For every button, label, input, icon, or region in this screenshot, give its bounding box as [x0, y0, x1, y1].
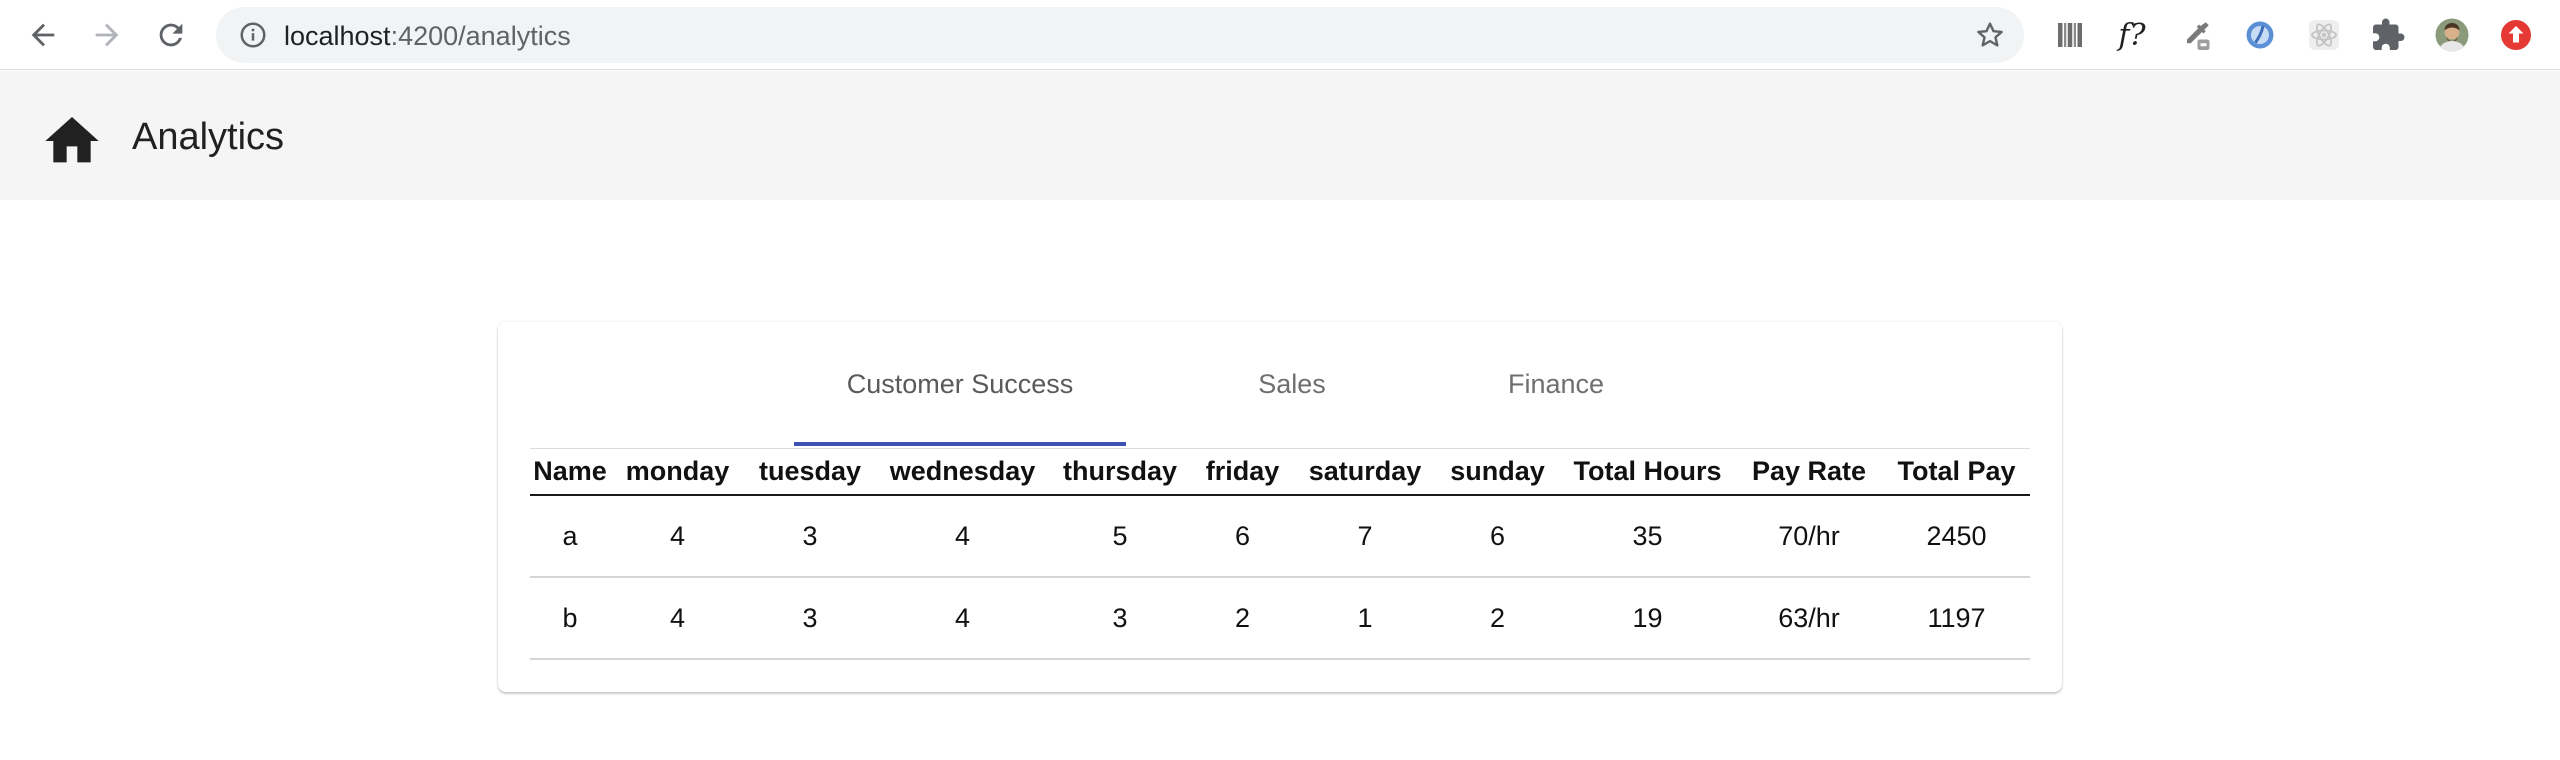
app-toolbar: Analytics	[0, 71, 2560, 200]
column-header-name[interactable]: Name	[530, 449, 610, 496]
column-header-pay-rate[interactable]: Pay Rate	[1735, 449, 1883, 496]
column-header-friday[interactable]: friday	[1190, 449, 1295, 496]
reload-button[interactable]	[150, 14, 192, 56]
column-header-wednesday[interactable]: wednesday	[875, 449, 1050, 496]
cell-name: a	[530, 495, 610, 578]
cell-saturday: 1	[1295, 577, 1435, 660]
tab-finance[interactable]: Finance	[1390, 356, 1722, 412]
update-icon[interactable]	[2496, 15, 2536, 55]
home-icon[interactable]	[40, 109, 104, 165]
column-header-thursday[interactable]: thursday	[1050, 449, 1190, 496]
cell-friday: 6	[1190, 495, 1295, 578]
arrow-left-icon	[31, 23, 55, 47]
profile-avatar[interactable]	[2432, 15, 2472, 55]
url-host: localhost	[284, 21, 391, 51]
analytics-card: Customer Success Sales Finance Name mond…	[498, 322, 2062, 692]
cell-monday: 4	[610, 577, 745, 660]
cell-monday: 4	[610, 495, 745, 578]
table-header-row: Name monday tuesday wednesday thursday f…	[530, 449, 2030, 496]
puzzle-icon[interactable]	[2368, 15, 2408, 55]
browser-toolbar: localhost:4200/analytics f?	[0, 0, 2560, 70]
cell-pay-rate: 70/hr	[1735, 495, 1883, 578]
address-bar[interactable]: localhost:4200/analytics	[216, 7, 2024, 63]
cell-total-hours: 35	[1560, 495, 1735, 578]
cell-thursday: 5	[1050, 495, 1190, 578]
cell-saturday: 7	[1295, 495, 1435, 578]
blue-orb-icon[interactable]	[2240, 15, 2280, 55]
cell-tuesday: 3	[745, 495, 875, 578]
cell-thursday: 3	[1050, 577, 1190, 660]
cell-name: b	[530, 577, 610, 660]
tab-customer-success[interactable]: Customer Success	[794, 356, 1126, 412]
eyedropper-icon[interactable]	[2176, 15, 2216, 55]
cell-tuesday: 3	[745, 577, 875, 660]
url-text: localhost:4200/analytics	[284, 21, 571, 51]
url-path: :4200/analytics	[390, 21, 571, 51]
cell-pay-rate: 63/hr	[1735, 577, 1883, 660]
barcode-icon[interactable]	[2050, 15, 2090, 55]
column-header-monday[interactable]: monday	[610, 449, 745, 496]
table-row: b 4 3 4 3 2 1 2 19 63/hr 1197	[530, 577, 2030, 660]
f-question-icon[interactable]: f?	[2112, 15, 2152, 55]
react-icon[interactable]	[2304, 15, 2344, 55]
cell-sunday: 2	[1435, 577, 1560, 660]
column-header-total-pay[interactable]: Total Pay	[1883, 449, 2030, 496]
column-header-sunday[interactable]: sunday	[1435, 449, 1560, 496]
cell-friday: 2	[1190, 577, 1295, 660]
info-icon[interactable]	[238, 20, 268, 50]
arrow-right-icon	[95, 23, 119, 47]
tab-active-indicator	[794, 442, 1126, 446]
tab-bar: Customer Success Sales Finance	[794, 356, 1694, 412]
reload-icon	[159, 23, 183, 47]
cell-wednesday: 4	[875, 577, 1050, 660]
cell-wednesday: 4	[875, 495, 1050, 578]
cell-sunday: 6	[1435, 495, 1560, 578]
column-header-tuesday[interactable]: tuesday	[745, 449, 875, 496]
cell-total-pay: 2450	[1883, 495, 2030, 578]
cell-total-hours: 19	[1560, 577, 1735, 660]
page-title: Analytics	[132, 116, 285, 158]
column-header-total-hours[interactable]: Total Hours	[1560, 449, 1735, 496]
table-row: a 4 3 4 5 6 7 6 35 70/hr 2450	[530, 495, 2030, 578]
bookmark-star-icon[interactable]	[1974, 19, 2006, 51]
column-header-saturday[interactable]: saturday	[1295, 449, 1435, 496]
back-button[interactable]	[22, 14, 64, 56]
cell-total-pay: 1197	[1883, 577, 2030, 660]
forward-button[interactable]	[86, 14, 128, 56]
